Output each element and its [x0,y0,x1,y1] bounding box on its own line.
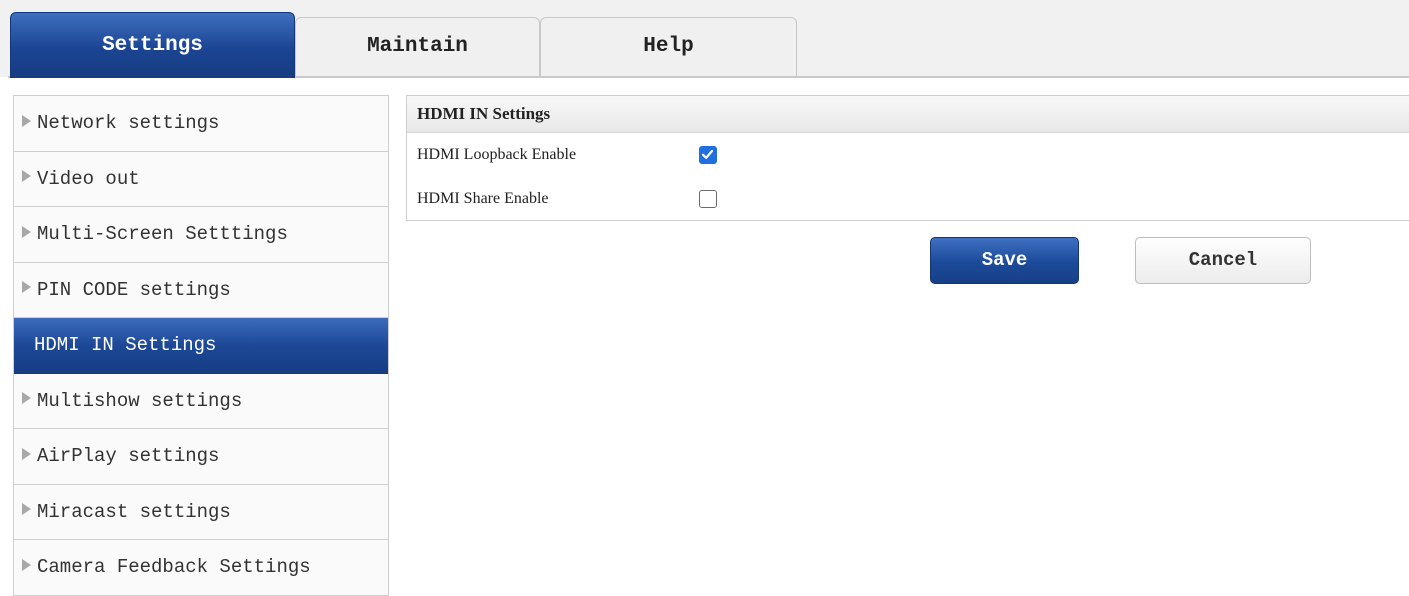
sidebar-item-pin-code-settings[interactable]: PIN CODE settings [14,262,388,318]
setting-label: HDMI Loopback Enable [417,146,577,163]
sidebar-item-label: HDMI IN Settings [34,334,217,356]
sidebar-item-label: Multishow settings [37,389,243,412]
triangle-right-icon [22,558,31,571]
sidebar-item-video-out[interactable]: Video out [14,151,388,207]
triangle-right-icon [22,503,31,516]
sidebar-item-label: Multi-Screen Setttings [37,223,288,245]
triangle-right-icon [22,114,31,127]
sidebar-item-network-settings[interactable]: Network settings [14,96,388,152]
hdmi-in-settings-panel: HDMI IN Settings HDMI Loopback Enable HD… [406,95,1409,221]
sidebar-nav: Network settings Video out Multi-Screen … [13,95,389,596]
sidebar-item-label: PIN CODE settings [37,278,231,301]
triangle-right-icon [22,447,31,460]
checkmark-icon [701,149,714,159]
triangle-right-icon [22,392,31,405]
sidebar-item-camera-feedback-settings[interactable]: Camera Feedback Settings [14,540,388,596]
sidebar-item-airplay-settings[interactable]: AirPlay settings [14,429,388,485]
sidebar-item-hdmi-in-settings[interactable]: HDMI IN Settings [14,318,388,374]
sidebar-item-miracast-settings[interactable]: Miracast settings [14,484,388,540]
sidebar-item-multishow-settings[interactable]: Multishow settings [14,373,388,429]
setting-row-hdmi-share: HDMI Share Enable [407,184,1409,214]
tab-maintain[interactable]: Maintain [295,17,540,77]
tab-settings[interactable]: Settings [10,12,295,78]
tab-help[interactable]: Help [540,17,797,77]
setting-label: HDMI Share Enable [417,190,549,207]
sidebar-item-label: Miracast settings [37,500,231,523]
sidebar-item-label: Camera Feedback Settings [37,556,311,578]
cancel-button[interactable]: Cancel [1135,237,1311,284]
panel-title: HDMI IN Settings [407,96,1409,133]
triangle-right-icon [22,281,31,294]
sidebar-item-multi-screen-settings[interactable]: Multi-Screen Setttings [14,207,388,263]
hdmi-share-checkbox[interactable] [699,190,717,208]
setting-row-hdmi-loopback: HDMI Loopback Enable [407,140,1409,170]
sidebar-item-label: Video out [37,167,140,190]
sidebar-item-label: AirPlay settings [37,445,220,467]
hdmi-loopback-checkbox[interactable] [699,146,717,164]
triangle-right-icon [22,225,31,238]
top-tab-bar: Settings Maintain Help [0,0,1409,78]
sidebar-item-label: Network settings [37,112,220,134]
triangle-right-icon [22,170,31,183]
save-button[interactable]: Save [930,237,1079,284]
